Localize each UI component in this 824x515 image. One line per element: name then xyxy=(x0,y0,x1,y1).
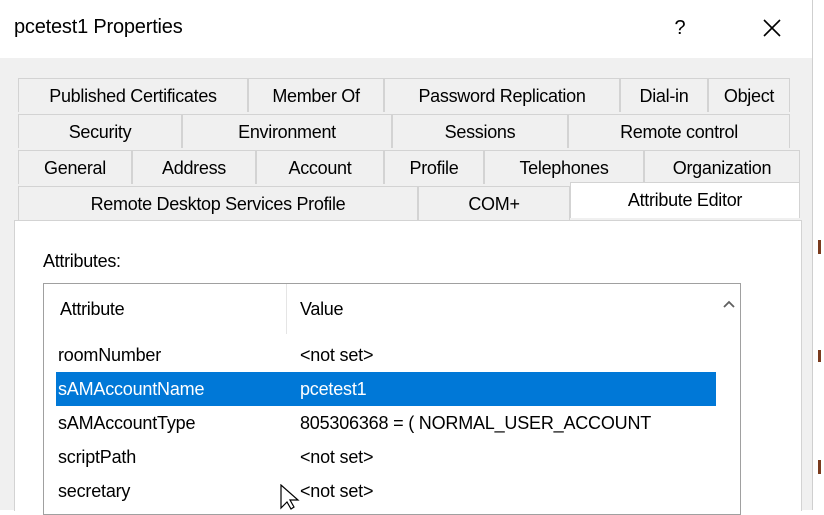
tab-remote-control[interactable]: Remote control xyxy=(568,114,790,148)
tab-dial-in[interactable]: Dial-in xyxy=(620,78,708,112)
help-button[interactable]: ? xyxy=(662,10,698,46)
tab-organization[interactable]: Organization xyxy=(644,150,800,184)
tab-object[interactable]: Object xyxy=(708,78,790,112)
list-item[interactable]: sAMAccountType 805306368 = ( NORMAL_USER… xyxy=(56,406,716,440)
tab-attribute-editor[interactable]: Attribute Editor xyxy=(570,182,800,218)
tab-address[interactable]: Address xyxy=(132,150,256,184)
tab-environment[interactable]: Environment xyxy=(182,114,392,148)
tab-telephones[interactable]: Telephones xyxy=(484,150,644,184)
attributes-list[interactable]: Attribute Value roomNumber <not set> sAM… xyxy=(43,283,741,515)
background-edge-mark xyxy=(818,240,821,254)
tab-general[interactable]: General xyxy=(18,150,132,184)
background-edge-mark xyxy=(818,350,821,362)
column-divider[interactable] xyxy=(286,284,287,334)
tab-security[interactable]: Security xyxy=(18,114,182,148)
attribute-value: pcetest1 xyxy=(300,379,367,399)
list-item[interactable]: secretary <not set> xyxy=(56,474,716,508)
list-item[interactable]: scriptPath <not set> xyxy=(56,440,716,474)
background-edge-mark xyxy=(818,460,821,474)
window-title: pcetest1 Properties xyxy=(14,16,183,38)
attribute-name: sAMAccountType xyxy=(58,413,196,433)
attribute-editor-panel: Attributes: Attribute Value roomNumber <… xyxy=(14,220,802,515)
properties-dialog: pcetest1 Properties ? Published Certific… xyxy=(0,0,813,515)
mouse-pointer-icon xyxy=(280,484,300,510)
attribute-name: secretary xyxy=(58,481,131,501)
attributes-label: Attributes: xyxy=(43,251,121,271)
tab-row-1: Published Certificates Member Of Passwor… xyxy=(18,78,800,112)
close-icon xyxy=(763,19,781,37)
list-item-selected[interactable]: sAMAccountName pcetest1 xyxy=(56,372,716,406)
attribute-value: 805306368 = ( NORMAL_USER_ACCOUNT xyxy=(300,413,652,433)
attribute-value: <not set> xyxy=(300,481,374,501)
title-bar: pcetest1 Properties ? xyxy=(0,0,812,58)
vertical-scrollbar[interactable] xyxy=(718,284,740,514)
tab-password-replication[interactable]: Password Replication xyxy=(384,78,620,112)
tab-com-plus[interactable]: COM+ xyxy=(418,186,570,220)
list-item[interactable]: roomNumber <not set> xyxy=(56,338,716,372)
tab-member-of[interactable]: Member Of xyxy=(248,78,384,112)
attribute-name: roomNumber xyxy=(58,345,162,365)
attribute-value: <not set> xyxy=(300,345,374,365)
tab-account[interactable]: Account xyxy=(256,150,384,184)
column-header-value[interactable]: Value xyxy=(300,284,344,334)
close-button[interactable] xyxy=(752,10,792,46)
attribute-value: <not set> xyxy=(300,447,374,467)
tab-published-certificates[interactable]: Published Certificates xyxy=(18,78,248,112)
column-header-attribute[interactable]: Attribute xyxy=(60,284,125,334)
tab-row-4: Remote Desktop Services Profile COM+ Att… xyxy=(18,182,800,220)
tab-row-2: Security Environment Sessions Remote con… xyxy=(18,114,800,148)
tab-sessions[interactable]: Sessions xyxy=(392,114,568,148)
tab-remote-desktop-services-profile[interactable]: Remote Desktop Services Profile xyxy=(18,186,418,220)
tab-profile[interactable]: Profile xyxy=(384,150,484,184)
chevron-up-icon[interactable] xyxy=(718,294,740,316)
tab-row-3: General Address Account Profile Telephon… xyxy=(18,150,800,184)
attribute-name: sAMAccountName xyxy=(58,379,205,399)
attribute-name: scriptPath xyxy=(58,447,137,467)
